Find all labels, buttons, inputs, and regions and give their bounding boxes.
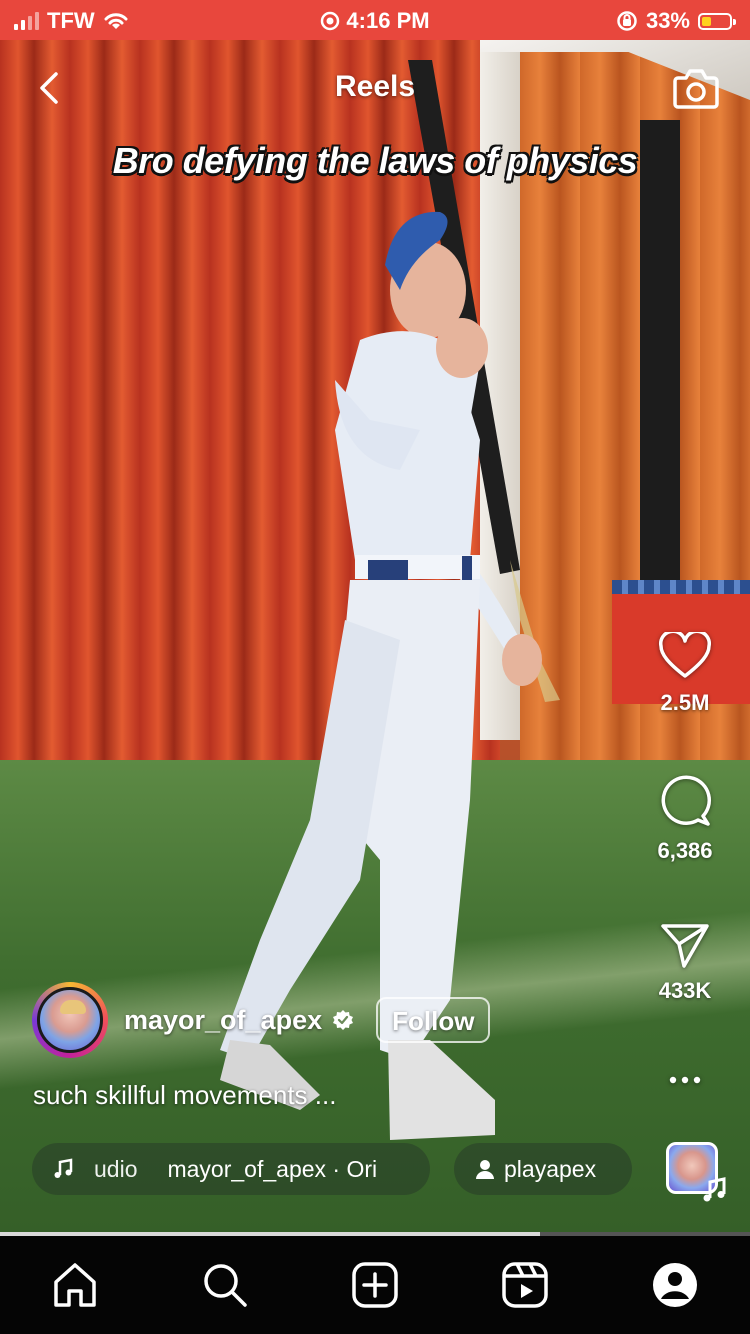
shares-count: 433K [658,978,712,1003]
bottom-tab-bar [0,1236,750,1334]
battery-fill [702,16,711,26]
avatar-image [37,987,103,1053]
audio-row: udio mayor_of_apex · Ori playapex [32,1143,732,1195]
follow-button[interactable]: Follow [376,997,491,1043]
likes-count: 2.5M [660,690,710,715]
avatar[interactable] [32,982,108,1058]
video-overlay-caption: Bro defying the laws of physics [112,140,638,181]
tab-search[interactable] [195,1255,255,1315]
like-button[interactable]: 2.5M [620,632,750,716]
comment-button[interactable]: 6,386 [620,774,750,864]
search-icon [204,1264,247,1307]
heart-icon [659,632,711,678]
audio-source: mayor_of_apex · Ori [167,1155,378,1182]
share-button[interactable]: 433K [620,922,750,1004]
reels-icon [502,1262,548,1308]
author-row: mayor_of_apex Follow [32,982,491,1058]
post-caption[interactable]: such skillful movements ... [33,1080,336,1111]
status-right: 33% [616,8,736,34]
battery-percent: 33% [645,8,690,33]
comments-count: 6,386 [657,838,713,863]
home-icon [54,1263,96,1307]
more-button[interactable] [620,1070,750,1090]
tab-home[interactable] [45,1255,105,1315]
status-bar: TFW 4:16 PM 33% [0,0,750,40]
audio-label: udio [94,1155,138,1182]
tagged-user-pill[interactable]: playapex [454,1143,632,1195]
location-icon [321,11,340,31]
more-icon [669,1076,701,1084]
verified-badge-icon [333,1010,354,1030]
share-icon [661,924,709,968]
rotation-lock-icon [617,11,637,31]
music-note-icon [703,1177,726,1202]
tab-reels[interactable] [495,1255,555,1315]
author-username[interactable]: mayor_of_apex [124,1005,322,1036]
music-note-icon [54,1158,73,1178]
clock: 4:16 PM [346,8,430,33]
reels-header: Reels [0,40,750,140]
tagged-user: playapex [504,1155,597,1182]
comment-icon [661,775,711,826]
page-title: Reels [334,70,416,103]
reels-screen: TFW 4:16 PM 33% Reels Bro defying the la… [0,0,750,1334]
camera-icon[interactable] [672,66,720,110]
person-icon [476,1160,494,1179]
profile-icon [653,1263,697,1307]
tab-profile[interactable] [645,1255,705,1315]
audio-pill[interactable]: udio mayor_of_apex · Ori [32,1143,430,1195]
create-icon [352,1262,398,1308]
battery-icon [698,12,736,30]
tab-create[interactable] [345,1255,405,1315]
